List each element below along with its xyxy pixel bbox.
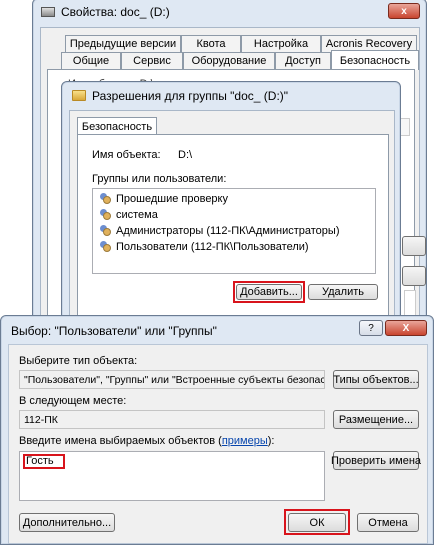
tab-customize[interactable]: Настройка bbox=[241, 35, 321, 52]
tab-previous-versions[interactable]: Предыдущие версии bbox=[65, 35, 181, 52]
users-icon bbox=[99, 209, 113, 221]
tab-general[interactable]: Общие bbox=[61, 52, 121, 69]
object-name-label: Имя объекта: bbox=[92, 149, 161, 161]
add-button[interactable]: Добавить... bbox=[236, 284, 302, 300]
list-item[interactable]: Пользователи (112-ПК\Пользователи) bbox=[99, 239, 309, 255]
properties-title: Свойства: doc_ (D:) bbox=[61, 5, 170, 19]
close-icon: X bbox=[402, 322, 410, 334]
tab-hardware[interactable]: Оборудование bbox=[183, 52, 275, 69]
users-icon bbox=[99, 193, 113, 205]
list-item[interactable]: Администраторы (112-ПК\Администраторы) bbox=[99, 223, 340, 239]
help-button[interactable]: ? bbox=[359, 320, 383, 336]
permissions-title: Разрешения для группы "doc_ (D:)" bbox=[92, 89, 289, 103]
object-type-label: Выберите тип объекта: bbox=[19, 355, 138, 367]
object-type-field: "Пользователи", "Группы" или "Встроенные… bbox=[19, 370, 325, 389]
list-item[interactable]: Прошедшие проверку bbox=[99, 191, 228, 207]
object-name-value: D:\ bbox=[178, 149, 193, 161]
locations-button[interactable]: Размещение... bbox=[333, 410, 419, 429]
location-field: 112-ПК bbox=[19, 410, 325, 429]
tab-quota[interactable]: Квота bbox=[181, 35, 241, 52]
groups-list[interactable]: Прошедшие проверку система Администратор… bbox=[92, 188, 376, 274]
tab-sharing[interactable]: Доступ bbox=[275, 52, 331, 69]
object-types-button[interactable]: Типы объектов... bbox=[333, 370, 419, 389]
tab-tools[interactable]: Сервис bbox=[121, 52, 183, 69]
folder-icon bbox=[72, 90, 86, 101]
bg-edit-button[interactable] bbox=[402, 236, 426, 256]
select-close-button[interactable]: X bbox=[385, 320, 427, 336]
drive-icon bbox=[41, 7, 55, 17]
bg-advanced-button[interactable] bbox=[402, 266, 426, 286]
object-names-input[interactable]: Гость bbox=[19, 451, 325, 501]
advanced-button[interactable]: Дополнительно... bbox=[19, 513, 115, 532]
enter-names-label: Введите имена выбираемых объектов (приме… bbox=[19, 435, 275, 447]
close-icon: x bbox=[401, 5, 407, 17]
location-label: В следующем месте: bbox=[19, 395, 127, 407]
permissions-window: Разрешения для группы "doc_ (D:)" Безопа… bbox=[61, 81, 401, 321]
properties-titlebar[interactable]: Свойства: doc_ (D:) x bbox=[33, 0, 426, 25]
check-names-button[interactable]: Проверить имена bbox=[331, 451, 421, 470]
ok-button[interactable]: ОК bbox=[288, 513, 346, 532]
permissions-tab-page: Имя объекта: D:\ Группы или пользователи… bbox=[77, 134, 389, 319]
groups-label: Группы или пользователи: bbox=[92, 173, 227, 185]
permissions-titlebar[interactable]: Разрешения для группы "doc_ (D:)" bbox=[62, 82, 400, 108]
tab-security[interactable]: Безопасность bbox=[331, 50, 419, 70]
remove-button[interactable]: Удалить bbox=[308, 284, 378, 300]
properties-close-button[interactable]: x bbox=[388, 3, 420, 19]
select-title: Выбор: "Пользователи" или "Группы" bbox=[11, 324, 217, 338]
tab-permissions-security[interactable]: Безопасность bbox=[77, 117, 157, 135]
users-icon bbox=[99, 225, 113, 237]
select-body: Выберите тип объекта: "Пользователи", "Г… bbox=[8, 344, 428, 544]
help-icon: ? bbox=[368, 322, 374, 334]
select-titlebar[interactable]: Выбор: "Пользователи" или "Группы" ? X bbox=[1, 316, 433, 342]
users-icon bbox=[99, 241, 113, 253]
select-users-window: Выбор: "Пользователи" или "Группы" ? X В… bbox=[0, 315, 434, 545]
cancel-button[interactable]: Отмена bbox=[357, 513, 419, 532]
object-names-value[interactable]: Гость bbox=[26, 455, 54, 467]
list-item[interactable]: система bbox=[99, 207, 158, 223]
examples-link[interactable]: примеры bbox=[222, 435, 268, 447]
permissions-body: Безопасность Имя объекта: D:\ Группы или… bbox=[69, 110, 395, 320]
